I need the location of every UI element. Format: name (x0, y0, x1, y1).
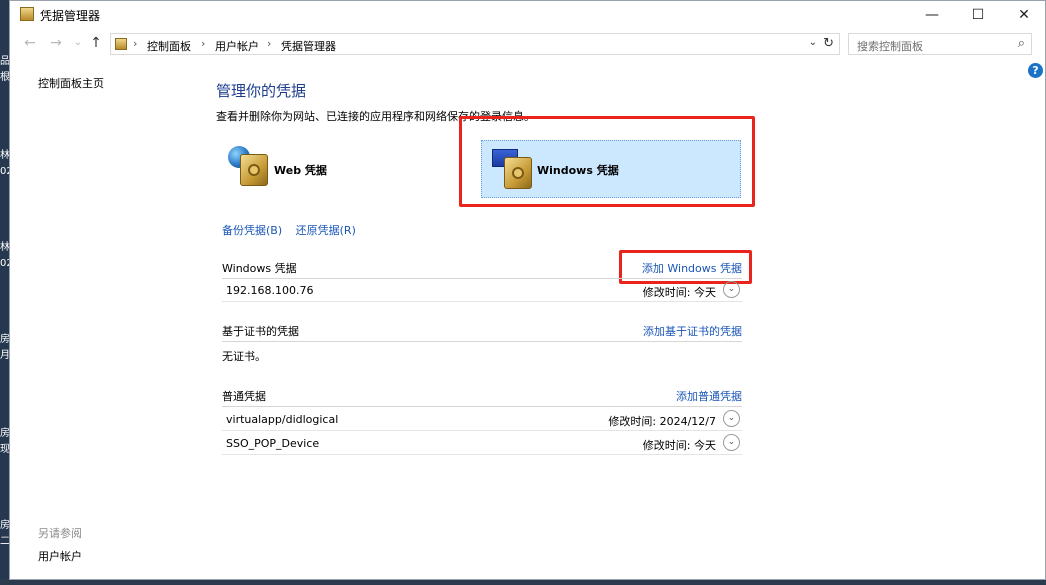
chevron-down-icon[interactable]: ⌄ (723, 410, 740, 427)
windows-credentials-heading: Windows 凭据 (222, 262, 297, 275)
search-box[interactable]: 搜索控制面板 ⌕ (848, 33, 1032, 55)
credential-name: SSO_POP_Device (226, 437, 320, 450)
add-generic-credential-link[interactable]: 添加普通凭据 (676, 388, 742, 404)
breadcrumb-separator: › (133, 37, 138, 50)
credential-modified: 修改时间: 今天 (642, 439, 716, 452)
address-dropdown-icon[interactable]: ⌄ (809, 37, 817, 48)
refresh-icon[interactable]: ↻ (823, 36, 834, 51)
page-title: 管理你的凭据 (216, 82, 307, 100)
breadcrumb-control-panel[interactable]: 控制面板 (147, 38, 191, 54)
title-bar: 凭据管理器 — ☐ ✕ (10, 1, 1045, 29)
backup-restore-links: 备份凭据(B) 还原凭据(R) (222, 222, 366, 238)
no-certificates-text: 无证书。 (222, 350, 266, 363)
vault-dial (248, 164, 260, 176)
help-icon[interactable]: ? (1028, 63, 1043, 78)
credential-modified: 修改时间: 2024/12/7 (608, 415, 716, 428)
generic-credentials-heading: 普通凭据 (222, 390, 266, 403)
address-bar[interactable]: › 控制面板 › 用户帐户 › 凭据管理器 ⌄ ↻ (110, 33, 840, 55)
control-panel-icon (115, 38, 127, 50)
credential-name: 192.168.100.76 (226, 284, 314, 297)
see-also-heading: 另请参阅 (38, 527, 82, 540)
generic-credentials-section-header: 普通凭据 添加普通凭据 (222, 388, 742, 404)
credential-row[interactable]: SSO_POP_Device 修改时间: 今天 ⌄ (222, 433, 742, 455)
breadcrumb-user-accounts[interactable]: 用户帐户 (215, 38, 259, 54)
highlight-box-windows-tile (459, 116, 755, 207)
web-vault-icon (240, 154, 268, 186)
search-icon[interactable]: ⌕ (1018, 36, 1025, 51)
breadcrumb-separator: › (201, 37, 206, 50)
address-row: ← → ⌄ ↑ › 控制面板 › 用户帐户 › 凭据管理器 ⌄ ↻ 搜索控制面板… (10, 31, 1045, 57)
chevron-down-icon[interactable]: ⌄ (723, 434, 740, 451)
add-certificate-credential-link[interactable]: 添加基于证书的凭据 (643, 323, 742, 339)
forward-arrow-icon[interactable]: → (46, 35, 66, 51)
backup-credentials-link[interactable]: 备份凭据(B) (222, 224, 282, 237)
recent-chevron-down-icon[interactable]: ⌄ (68, 37, 88, 48)
web-credentials-label[interactable]: Web 凭据 (274, 162, 327, 178)
credential-name: virtualapp/didlogical (226, 413, 339, 426)
certificate-credentials-section-header: 基于证书的凭据 添加基于证书的凭据 (222, 323, 742, 339)
chevron-down-icon[interactable]: ⌄ (723, 281, 740, 298)
breadcrumb-separator: › (267, 37, 272, 50)
row-divider (222, 454, 742, 455)
restore-credentials-link[interactable]: 还原凭据(R) (296, 224, 356, 237)
certificate-credentials-heading: 基于证书的凭据 (222, 325, 299, 338)
vault-app-icon (20, 7, 34, 21)
credential-modified: 修改时间: 今天 (642, 286, 716, 299)
section-divider (222, 406, 742, 407)
sidebar-control-panel-home[interactable]: 控制面板主页 (38, 75, 104, 91)
minimize-button[interactable]: — (909, 1, 955, 29)
window-title: 凭据管理器 (40, 9, 101, 23)
close-button[interactable]: ✕ (1001, 1, 1046, 29)
credential-row[interactable]: virtualapp/didlogical 修改时间: 2024/12/7 ⌄ (222, 409, 742, 431)
row-divider (222, 301, 742, 302)
section-divider (222, 341, 742, 342)
up-arrow-icon[interactable]: ↑ (86, 35, 106, 51)
section-divider (222, 278, 742, 279)
breadcrumb-credential-manager[interactable]: 凭据管理器 (281, 38, 336, 54)
row-divider (222, 430, 742, 431)
credential-manager-window: 凭据管理器 — ☐ ✕ ← → ⌄ ↑ › 控制面板 › 用户帐户 › 凭据管理… (9, 0, 1046, 580)
credential-row[interactable]: 192.168.100.76 修改时间: 今天 ⌄ (222, 280, 742, 302)
back-arrow-icon[interactable]: ← (20, 35, 40, 51)
sidebar-user-accounts-link[interactable]: 用户帐户 (38, 548, 82, 564)
search-input[interactable]: 搜索控制面板 (857, 38, 923, 54)
maximize-button[interactable]: ☐ (955, 1, 1001, 29)
